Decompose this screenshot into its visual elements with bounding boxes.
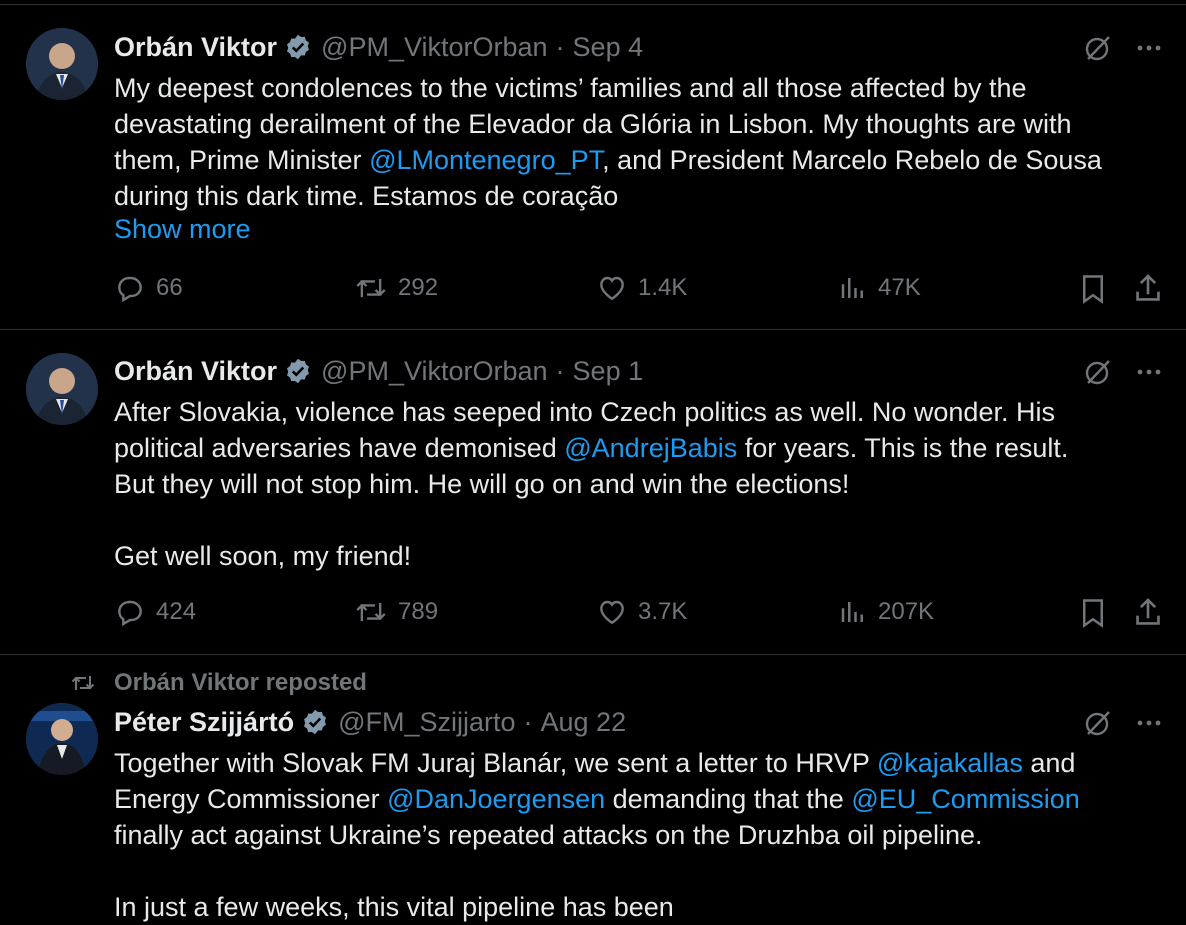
repost-button[interactable]: 789 <box>354 596 438 628</box>
repost-indicator[interactable]: Orbán Viktor reposted <box>70 669 367 697</box>
mention-link[interactable]: @LMontenegro_PT <box>369 145 602 175</box>
author-name[interactable]: Orbán Viktor <box>114 32 277 63</box>
repost-icon <box>71 676 95 690</box>
reply-button[interactable]: 424 <box>114 596 196 628</box>
views-icon <box>841 602 863 622</box>
tweet-date[interactable]: Sep 1 <box>573 356 644 387</box>
bookmark-icon[interactable] <box>1078 272 1108 306</box>
reply-icon <box>118 600 142 627</box>
separator-dot: · <box>555 31 565 62</box>
reposted-by-label: Orbán Viktor reposted <box>114 669 367 696</box>
reply-button[interactable]: 66 <box>114 272 183 304</box>
action-bar: 66 292 1.4K 47K <box>114 272 1166 308</box>
reply-count: 424 <box>156 598 197 625</box>
author-handle[interactable]: @PM_ViktorOrban <box>321 32 548 63</box>
more-icon[interactable] <box>1136 359 1162 385</box>
verified-badge-icon <box>304 709 327 735</box>
author-handle[interactable]: @PM_ViktorOrban <box>321 356 548 387</box>
mention-link[interactable]: @AndrejBabis <box>564 433 737 463</box>
author-name[interactable]: Orbán Viktor <box>114 356 277 387</box>
avatar[interactable] <box>26 353 98 425</box>
like-button[interactable]: 3.7K <box>596 596 687 628</box>
tweet-1[interactable]: Orbán Viktor @PM_ViktorOrban · Sep 4 My … <box>0 0 1186 330</box>
tweet-text: Together with Slovak FM Juraj Blanár, we… <box>114 745 1164 925</box>
verified-badge-icon <box>287 358 310 384</box>
like-icon <box>600 600 624 625</box>
grok-icon[interactable] <box>1082 32 1114 64</box>
more-icon[interactable] <box>1136 710 1162 736</box>
tweet-header: Orbán Viktor @PM_ViktorOrban · Sep 4 <box>114 30 643 64</box>
text-segment: finally act against Ukraine’s repeated a… <box>114 820 983 922</box>
tweet-2[interactable]: Orbán Viktor @PM_ViktorOrban · Sep 1 Aft… <box>0 330 1186 654</box>
grok-icon[interactable] <box>1082 707 1114 739</box>
mention-link[interactable]: @kajakallas <box>877 748 1023 778</box>
action-bar: 424 789 3.7K 207K <box>114 596 1166 632</box>
separator-dot: · <box>523 706 533 737</box>
views-count: 207K <box>878 598 935 625</box>
tweet-header: Péter Szijjártó @FM_Szijjarto · Aug 22 <box>114 705 626 739</box>
repost-count: 789 <box>398 598 439 625</box>
views-button[interactable]: 47K <box>838 272 921 304</box>
mention-link[interactable]: @DanJoergensen <box>387 784 605 814</box>
repost-button[interactable]: 292 <box>354 272 438 304</box>
more-icon[interactable] <box>1136 35 1162 61</box>
like-count: 1.4K <box>638 274 688 301</box>
tweet-header: Orbán Viktor @PM_ViktorOrban · Sep 1 <box>114 354 643 388</box>
reply-count: 66 <box>156 274 183 301</box>
share-icon[interactable] <box>1132 596 1164 630</box>
author-handle[interactable]: @FM_Szijjarto <box>338 707 515 738</box>
text-segment: Together with Slovak FM Juraj Blanár, we… <box>114 748 877 778</box>
verified-badge-icon <box>287 34 310 60</box>
mention-link[interactable]: @EU_Commission <box>851 784 1079 814</box>
tweet-text: My deepest condolences to the victims’ f… <box>114 70 1164 214</box>
repost-icon <box>356 602 386 622</box>
views-count: 47K <box>878 274 921 301</box>
bookmark-icon[interactable] <box>1078 596 1108 630</box>
grok-icon[interactable] <box>1082 356 1114 388</box>
text-segment: demanding that the <box>605 784 852 814</box>
like-count: 3.7K <box>638 598 688 625</box>
tweet-date[interactable]: Aug 22 <box>541 707 627 738</box>
like-button[interactable]: 1.4K <box>596 272 687 304</box>
tweet-text: After Slovakia, violence has seeped into… <box>114 394 1164 574</box>
views-button[interactable]: 207K <box>838 596 934 628</box>
tweet-date[interactable]: Sep 4 <box>573 32 644 63</box>
repost-icon <box>356 278 386 298</box>
tweet-3[interactable]: Orbán Viktor reposted Péter Szijjártó @F… <box>0 655 1186 920</box>
separator-dot: · <box>555 355 565 386</box>
show-more-link[interactable]: Show more <box>114 214 251 245</box>
avatar[interactable] <box>26 703 98 775</box>
author-name[interactable]: Péter Szijjártó <box>114 707 294 738</box>
share-icon[interactable] <box>1132 272 1164 306</box>
avatar[interactable] <box>26 28 98 100</box>
reply-icon <box>118 276 142 303</box>
repost-count: 292 <box>398 274 439 301</box>
views-icon <box>841 278 863 298</box>
like-icon <box>600 276 624 301</box>
